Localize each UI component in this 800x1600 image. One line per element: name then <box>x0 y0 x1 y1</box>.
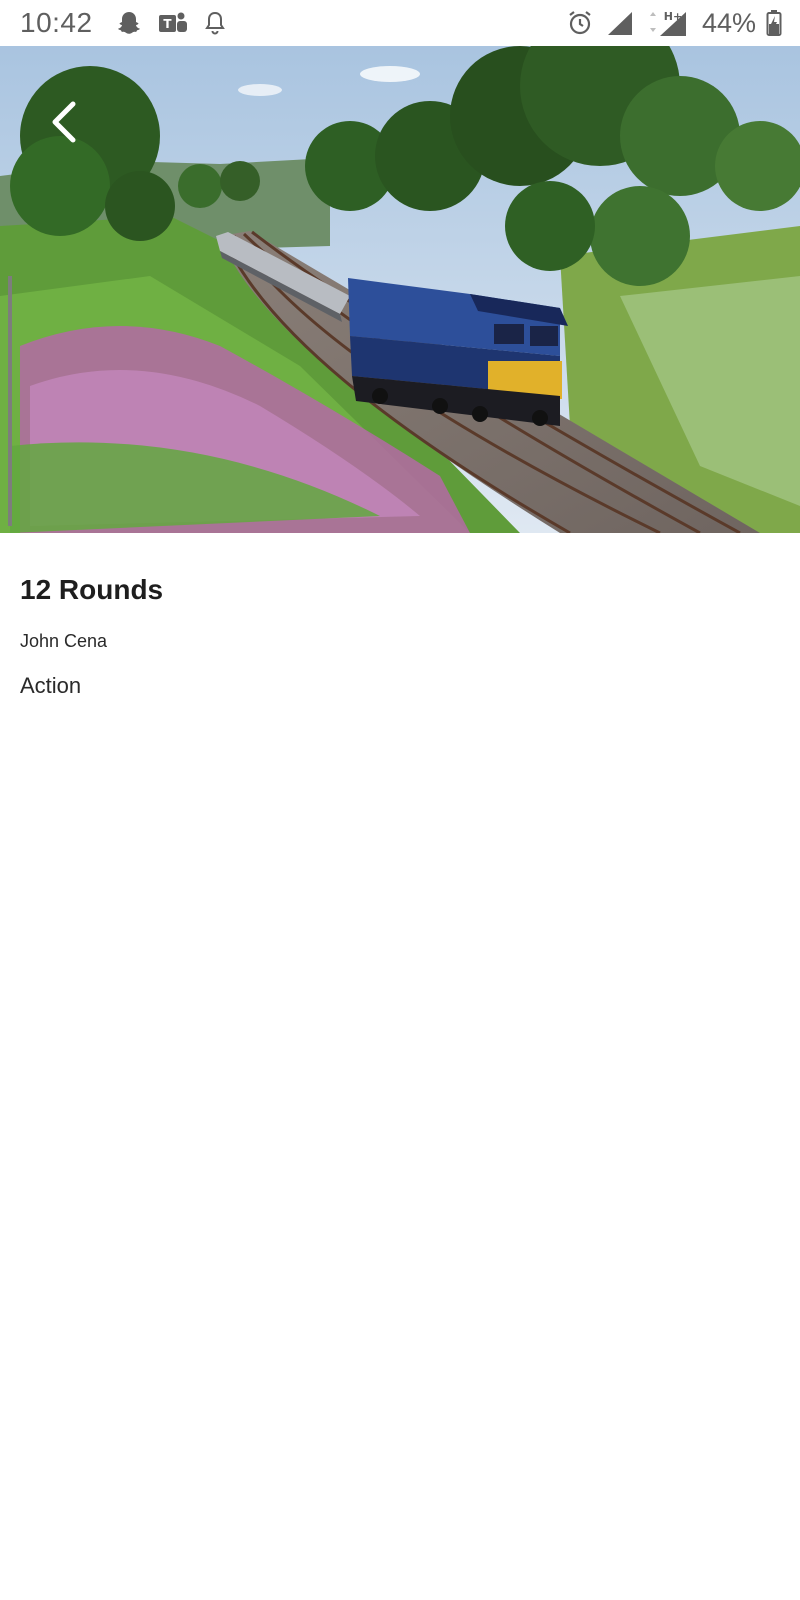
movie-title: 12 Rounds <box>20 574 164 605</box>
movie-hero-image <box>0 46 800 533</box>
bell-icon <box>203 10 227 36</box>
battery-icon <box>766 9 782 37</box>
mobile-data-icon: H+ <box>646 8 688 38</box>
movie-genre: Action <box>20 673 82 698</box>
back-button[interactable] <box>36 88 92 156</box>
signal-icon <box>606 9 634 37</box>
status-time: 10:42 <box>20 7 93 38</box>
movie-author: John Cena <box>20 631 108 651</box>
status-bar: 10:42 T H+ 44% <box>0 0 800 46</box>
movie-details: 12 Rounds John Cena Action <box>20 570 780 702</box>
battery-percent: 44% <box>701 7 756 38</box>
chevron-left-icon <box>52 101 76 143</box>
alarm-icon <box>566 9 594 37</box>
teams-icon: T <box>157 9 189 37</box>
svg-text:T: T <box>163 17 172 31</box>
network-type-label: H+ <box>664 10 682 23</box>
snapchat-icon <box>115 9 143 37</box>
